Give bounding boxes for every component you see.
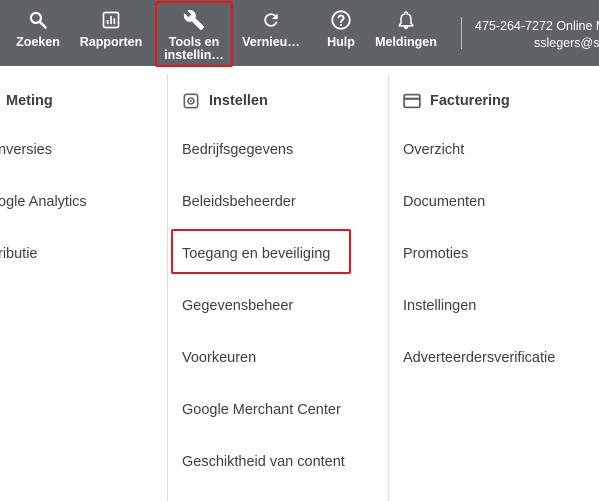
refresh-button[interactable]: Vernieu… (242, 0, 300, 66)
billing-title: Facturering (430, 93, 510, 109)
credit-card-icon (403, 92, 421, 110)
bell-icon (396, 9, 416, 31)
setup-title: Instellen (209, 93, 268, 109)
help-icon (330, 9, 352, 31)
billing-item-advertiser-verification[interactable]: Adverteerdersverificatie (403, 349, 555, 367)
search-label: Zoeken (16, 35, 60, 49)
billing-item-documents[interactable]: Documenten (403, 193, 485, 211)
measurement-item-conversions[interactable]: nversies (0, 141, 52, 159)
tools-label-line2: instellin… (164, 48, 224, 62)
measurement-title: Meting (6, 93, 53, 109)
account-phone: 475-264-7272 Online M (475, 19, 599, 33)
column-divider-1 (167, 74, 168, 501)
bar-chart-icon (101, 9, 121, 31)
billing-item-summary[interactable]: Overzicht (403, 141, 464, 159)
account-info[interactable]: 475-264-7272 Online M sslegers@st (472, 0, 599, 66)
setup-item-policy-manager[interactable]: Beleidsbeheerder (182, 193, 296, 211)
settings-icon (182, 92, 200, 110)
billing-heading: Facturering (403, 90, 510, 112)
setup-item-preferences[interactable]: Voorkeuren (182, 349, 256, 367)
refresh-icon (261, 9, 281, 31)
billing-item-promotions[interactable]: Promoties (403, 245, 468, 263)
refresh-label: Vernieu… (242, 35, 300, 49)
measurement-item-attribution[interactable]: ributie (0, 245, 38, 263)
help-label: Hulp (327, 35, 355, 49)
billing-item-settings[interactable]: Instellingen (403, 297, 476, 315)
notifications-button[interactable]: Meldingen (374, 0, 438, 66)
help-button[interactable]: Hulp (322, 0, 360, 66)
column-divider-2 (388, 74, 389, 501)
setup-item-access-security[interactable]: Toegang en beveiliging (182, 245, 330, 263)
wrench-icon (183, 9, 205, 31)
top-toolbar: Zoeken Rapporten Tools en instellin… Ver… (0, 0, 599, 66)
notifications-label: Meldingen (375, 35, 437, 49)
toolbar-divider (461, 17, 462, 49)
measurement-item-google-analytics[interactable]: ogle Analytics (0, 193, 87, 211)
setup-item-content-suitability[interactable]: Geschiktheid van content (182, 453, 345, 471)
tools-settings-button[interactable]: Tools en instellin… (160, 0, 228, 66)
setup-item-merchant-center[interactable]: Google Merchant Center (182, 401, 341, 419)
setup-heading: Instellen (182, 90, 268, 112)
setup-item-business-data[interactable]: Bedrijfsgegevens (182, 141, 293, 159)
reports-button[interactable]: Rapporten (80, 0, 142, 66)
measurement-heading: Meting (6, 90, 53, 112)
setup-item-data-manager[interactable]: Gegevensbeheer (182, 297, 293, 315)
search-icon (28, 9, 48, 31)
search-button[interactable]: Zoeken (16, 0, 60, 66)
reports-label: Rapporten (79, 35, 143, 49)
account-email: sslegers@st (534, 36, 599, 50)
